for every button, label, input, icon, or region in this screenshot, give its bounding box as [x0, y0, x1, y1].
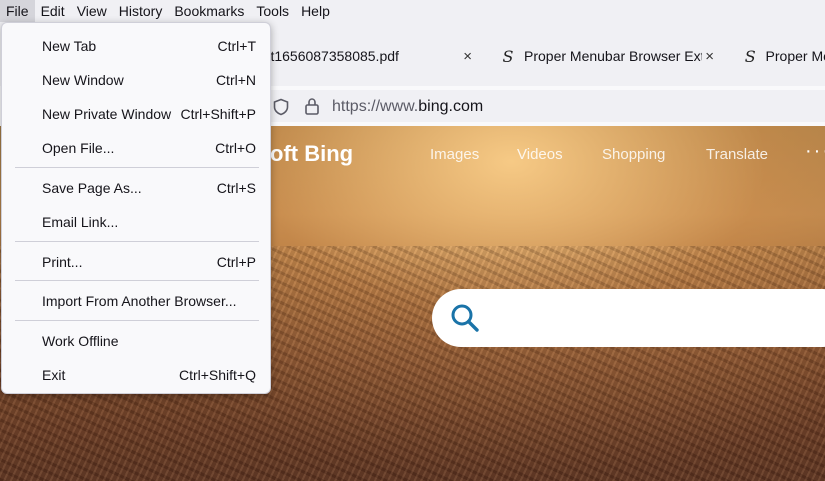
lock-icon[interactable] [304, 97, 320, 118]
search-icon[interactable] [450, 303, 480, 336]
menu-item-shortcut: Ctrl+P [216, 254, 256, 270]
menu-item-shortcut: Ctrl+S [216, 180, 256, 196]
menu-item-label: Import From Another Browser... [42, 293, 237, 309]
url-domain: bing.com [418, 98, 484, 115]
nav-shopping[interactable]: Shopping [602, 146, 665, 163]
tab-proper-me[interactable]: S Proper Me [743, 34, 825, 78]
menu-item-label: Work Offline [42, 333, 119, 349]
shield-icon[interactable] [272, 98, 290, 119]
tab-pdf[interactable]: ort1656087358085.pdf × [258, 34, 474, 78]
menu-item-shortcut: Ctrl+Shift+Q [178, 367, 256, 383]
menu-item-label: Print... [42, 254, 83, 270]
menu-item-label: Exit [42, 367, 66, 383]
url-scheme: https://www. [332, 98, 419, 115]
menu-history[interactable]: History [113, 0, 169, 22]
menu-tools[interactable]: Tools [250, 0, 295, 22]
menu-file[interactable]: File [0, 0, 35, 22]
more-icon[interactable]: ··· [805, 140, 825, 163]
file-menu-dropdown: New Tab Ctrl+T New Window Ctrl+N New Pri… [1, 22, 271, 394]
nav-videos[interactable]: Videos [517, 146, 563, 163]
menu-item-label: Save Page As... [42, 180, 142, 196]
menu-item-shortcut: Ctrl+T [217, 38, 257, 54]
menu-item-label: New Private Window [42, 106, 172, 122]
close-icon[interactable]: × [705, 48, 714, 65]
tab-label: Proper Me [765, 48, 825, 64]
tab-label: Proper Menubar Browser Exte [524, 48, 702, 64]
menu-item-label: Open File... [42, 140, 115, 156]
url-bar[interactable]: https://www.bing.com [262, 90, 825, 122]
tab-favicon-icon: S [502, 46, 514, 66]
bing-logo[interactable]: oft Bing [270, 141, 353, 167]
menu-item-work-offline[interactable]: Work Offline [2, 326, 270, 356]
menu-separator [15, 167, 259, 168]
menu-item-shortcut: Ctrl+N [215, 72, 256, 88]
menu-bar: File Edit View History Bookmarks Tools H… [0, 0, 825, 22]
nav-translate[interactable]: Translate [706, 146, 768, 163]
menu-view[interactable]: View [71, 0, 113, 22]
tab-proper-menubar[interactable]: S Proper Menubar Browser Exte × [500, 34, 716, 78]
menu-item-label: New Tab [42, 38, 97, 54]
menu-edit[interactable]: Edit [35, 0, 71, 22]
menu-item-exit[interactable]: Exit Ctrl+Shift+Q [2, 360, 270, 390]
menu-item-new-window[interactable]: New Window Ctrl+N [2, 65, 270, 95]
menu-item-new-private-window[interactable]: New Private Window Ctrl+Shift+P [2, 99, 270, 129]
menu-separator [15, 241, 259, 242]
menu-item-email-link[interactable]: Email Link... [2, 207, 270, 237]
menu-separator [15, 280, 259, 281]
tab-favicon-icon: S [744, 46, 756, 66]
menu-item-new-tab[interactable]: New Tab Ctrl+T [2, 31, 270, 61]
tab-label: ort1656087358085.pdf [258, 48, 399, 64]
menu-item-shortcut: Ctrl+O [215, 140, 256, 156]
menu-separator [15, 320, 259, 321]
menu-item-label: New Window [42, 72, 124, 88]
menu-help[interactable]: Help [295, 0, 336, 22]
menu-item-open-file[interactable]: Open File... Ctrl+O [2, 133, 270, 163]
menu-bookmarks[interactable]: Bookmarks [168, 0, 250, 22]
menu-item-save-page-as[interactable]: Save Page As... Ctrl+S [2, 173, 270, 203]
url-text[interactable]: https://www.bing.com [332, 98, 483, 116]
menu-item-label: Email Link... [42, 214, 119, 230]
search-box[interactable] [432, 289, 825, 347]
menu-item-print[interactable]: Print... Ctrl+P [2, 247, 270, 277]
menu-item-shortcut: Ctrl+Shift+P [180, 106, 256, 122]
menu-item-import-browser[interactable]: Import From Another Browser... [2, 286, 270, 316]
close-icon[interactable]: × [463, 48, 472, 65]
nav-images[interactable]: Images [430, 146, 479, 163]
